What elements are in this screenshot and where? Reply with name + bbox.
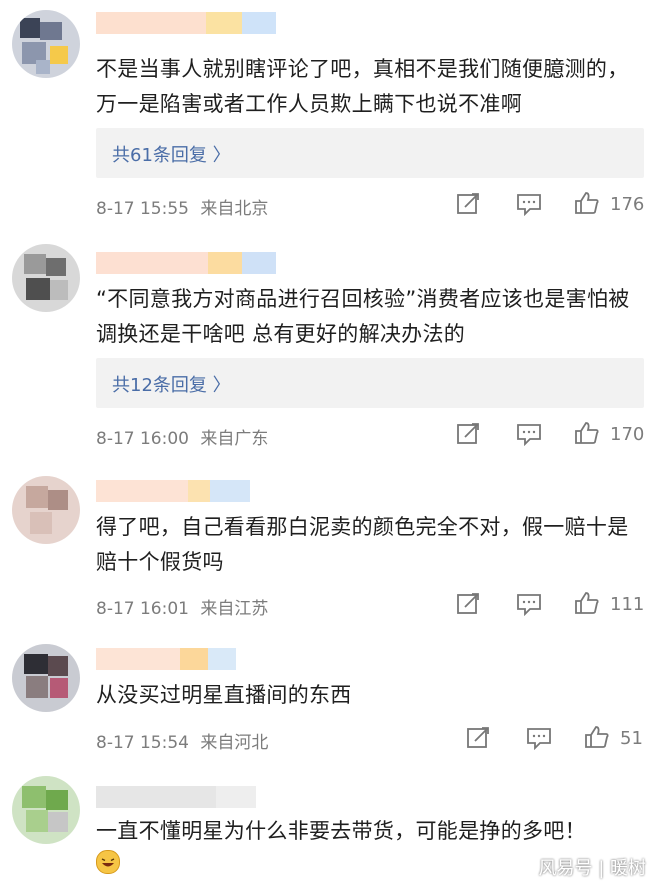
username-blurred[interactable] bbox=[96, 648, 276, 670]
comment-text: 不是当事人就别瞎评论了吧，真相不是我们随便臆测的，万一是陷害或者工作人员欺上瞒下… bbox=[96, 57, 629, 116]
thumbs-up-icon[interactable] bbox=[584, 725, 610, 749]
comment-text: 一直不懂明星为什么非要去带货，可能是挣的多吧！ bbox=[96, 819, 586, 843]
comment-text: “不同意我方对商品进行召回核验”消费者应该也是害怕被调换还是干啥吧 总有更好的解… bbox=[96, 287, 630, 346]
replies-link[interactable]: 共12条回复 〉 bbox=[96, 358, 644, 408]
comment-location: 来自江苏 bbox=[200, 599, 269, 619]
like-count: 51 bbox=[620, 728, 643, 749]
username-blurred[interactable] bbox=[96, 786, 276, 808]
like-count: 111 bbox=[610, 594, 645, 615]
comment-meta: 8-17 15:55 来自北京 bbox=[96, 194, 268, 219]
repost-icon[interactable] bbox=[456, 422, 482, 446]
thumbs-up-icon[interactable] bbox=[574, 591, 600, 615]
like-count: 170 bbox=[610, 424, 645, 445]
comment-time: 8-17 16:00 bbox=[96, 429, 189, 449]
replies-label[interactable]: 共12条回复 〉 bbox=[112, 371, 231, 397]
replies-label[interactable]: 共61条回复 〉 bbox=[112, 141, 231, 167]
comment-meta: 8-17 16:01 来自江苏 bbox=[96, 594, 268, 619]
comment-text: 得了吧，自己看看那白泥卖的颜色完全不对，假一赔十是赔十个假货吗 bbox=[96, 515, 629, 574]
avatar[interactable] bbox=[12, 776, 80, 844]
watermark: 风易号 | 暖树 bbox=[538, 858, 646, 879]
repost-icon[interactable] bbox=[466, 726, 492, 750]
thumbs-up-icon[interactable] bbox=[574, 191, 600, 215]
thumbs-up-icon[interactable] bbox=[574, 421, 600, 445]
username-blurred[interactable] bbox=[96, 252, 276, 274]
username-blurred[interactable] bbox=[96, 480, 276, 502]
username-blurred[interactable] bbox=[96, 12, 276, 34]
replies-link[interactable]: 共61条回复 〉 bbox=[96, 128, 644, 178]
comment-meta: 8-17 15:54 来自河北 bbox=[96, 728, 268, 753]
comment-icon[interactable] bbox=[526, 726, 552, 750]
repost-icon[interactable] bbox=[456, 192, 482, 216]
comment-location: 来自河北 bbox=[200, 733, 269, 753]
comment-location: 来自广东 bbox=[200, 429, 269, 449]
like-count: 176 bbox=[610, 194, 645, 215]
avatar[interactable] bbox=[12, 244, 80, 312]
repost-icon[interactable] bbox=[456, 592, 482, 616]
comment-icon[interactable] bbox=[516, 592, 542, 616]
comment-text: 从没买过明星直播间的东西 bbox=[96, 683, 352, 707]
comment-time: 8-17 16:01 bbox=[96, 599, 189, 619]
avatar[interactable] bbox=[12, 476, 80, 544]
comment-icon[interactable] bbox=[516, 422, 542, 446]
comment-time: 8-17 15:55 bbox=[96, 199, 189, 219]
comment-meta: 8-17 16:00 来自广东 bbox=[96, 424, 268, 449]
comment-icon[interactable] bbox=[516, 192, 542, 216]
comment-time: 8-17 15:54 bbox=[96, 733, 189, 753]
laughing-emoji-icon bbox=[96, 850, 120, 874]
comment-location: 来自北京 bbox=[200, 199, 269, 219]
avatar[interactable] bbox=[12, 10, 80, 78]
avatar[interactable] bbox=[12, 644, 80, 712]
